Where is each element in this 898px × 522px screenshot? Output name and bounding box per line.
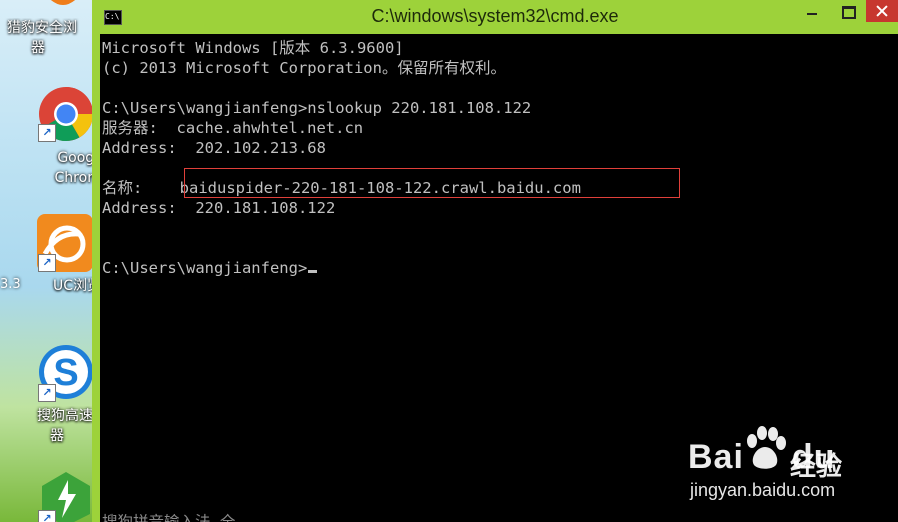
desktop-icon-label: Google [57, 150, 92, 166]
shortcut-arrow-icon: ↗ [38, 510, 56, 522]
console-line: (c) 2013 Microsoft Corporation。保留所有权利。 [102, 59, 506, 77]
close-button[interactable] [866, 0, 898, 22]
desktop-icon-chrome[interactable]: ↗ Google Chrome [0, 84, 92, 186]
liebao-browser-icon [51, 0, 75, 5]
console-line: Microsoft Windows [版本 6.3.9600] [102, 39, 404, 57]
ime-status-text: 搜狗拼音输入法 全 [102, 513, 236, 522]
shortcut-arrow-icon: ↗ [38, 384, 56, 402]
console-line: Address: 202.102.213.68 [102, 139, 326, 157]
console-prompt-line[interactable]: C:\Users\wangjianfeng> [102, 258, 318, 278]
console-prompt: C:\Users\wangjianfeng> [102, 259, 308, 277]
desktop-icon-label: 搜狗高速浏 [37, 408, 92, 424]
desktop-icon-360[interactable]: ↗ [0, 470, 92, 522]
window-title: C:\windows\system32\cmd.exe [371, 6, 619, 26]
desktop-icon-label: 猎豹安全浏 [7, 20, 77, 36]
console-line: Address: 220.181.108.122 [102, 199, 336, 217]
desktop-icon-sogou[interactable]: S ↗ 搜狗高速浏 器 [0, 342, 92, 452]
console-line: 服务器: cache.ahwhtel.net.cn [102, 119, 364, 137]
baidu-paw-icon [747, 426, 786, 469]
highlight-box [184, 168, 680, 198]
desktop-edge-text: 3.3 [0, 277, 21, 292]
watermark-url: jingyan.baidu.com [690, 480, 836, 500]
desktop-area: 猎豹安全浏 器 ↗ Google Chrome ↗ UC浏览器 3.3 [0, 0, 92, 522]
shortcut-arrow-icon: ↗ [38, 124, 56, 142]
text-cursor [308, 270, 318, 273]
svg-text:S: S [53, 352, 78, 394]
shortcut-arrow-icon: ↗ [38, 254, 56, 272]
desktop-icon-label-line2: 器 [50, 428, 64, 444]
desktop-icon-label-line2: 器 [31, 40, 45, 56]
watermark-cn: 经验 [790, 452, 843, 482]
maximize-button[interactable] [830, 0, 866, 22]
desktop-icon-label: UC浏览器 [52, 278, 92, 294]
minimize-button[interactable] [794, 0, 830, 22]
title-bar[interactable]: C:\ C:\windows\system32\cmd.exe [92, 0, 898, 34]
console-line: C:\Users\wangjianfeng>nslookup 220.181.1… [102, 99, 532, 117]
desktop-icon-label-line2: Chrome [54, 170, 92, 186]
desktop-icon-liebao[interactable]: 猎豹安全浏 器 [0, 0, 92, 60]
